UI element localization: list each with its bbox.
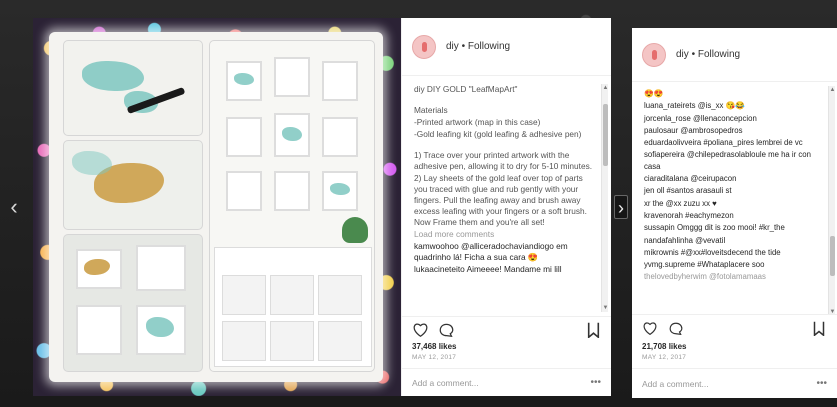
- next-post-preview[interactable]: diy • Following 😍😍 luana_rateirets @is_xx…: [632, 28, 837, 398]
- collage-tile-room: [209, 40, 375, 372]
- collage-tile-framed-maps: [63, 234, 203, 372]
- avatar[interactable]: [412, 34, 436, 59]
- post-date: MAY 12, 2017: [412, 354, 457, 361]
- post-header: diy • Following: [632, 28, 837, 82]
- comment-text[interactable]: eduardaolivveira #poliana_pires lembrei …: [644, 137, 823, 148]
- separator: •: [688, 49, 698, 60]
- bookmark-icon[interactable]: [585, 322, 601, 338]
- shelf-cubby: [318, 275, 362, 315]
- wall-frame: [274, 57, 310, 97]
- comment-text[interactable]: jorcenla_rose @llenaconcepcion: [644, 113, 823, 124]
- action-bar: [632, 314, 837, 342]
- comment-text: 😍😍: [644, 89, 664, 98]
- scroll-down-icon[interactable]: ▼: [829, 308, 836, 314]
- add-comment-bar: Add a comment... •••: [632, 368, 837, 398]
- comment-gap: [414, 96, 597, 105]
- add-comment-input[interactable]: Add a comment...: [642, 379, 709, 389]
- following-label[interactable]: Following: [698, 49, 740, 60]
- header-text: diy • Following: [676, 49, 740, 60]
- comment-text[interactable]: sussapin Omggg dit is zoo mooi! #kr_the: [644, 222, 823, 233]
- username[interactable]: diy: [446, 41, 459, 52]
- avatar[interactable]: [642, 42, 666, 67]
- next-post-arrow-icon[interactable]: ›: [614, 195, 628, 219]
- header-text: diy • Following: [446, 41, 510, 52]
- add-comment-input[interactable]: Add a comment...: [412, 378, 479, 388]
- wall-frame: [226, 171, 262, 211]
- comments-list[interactable]: diy DIY GOLD "LeafMapArt" Materials -Print…: [402, 76, 611, 316]
- collage-tile-gold-leaf: [63, 140, 203, 230]
- shelf-cubby: [270, 321, 314, 361]
- shelf-cubby: [318, 321, 362, 361]
- load-more-comments[interactable]: Load more comments: [414, 229, 597, 240]
- post-date: MAY 12, 2017: [642, 354, 687, 361]
- shelf-cubby: [270, 275, 314, 315]
- collage-tile-map-pen: [63, 40, 203, 136]
- comment-text[interactable]: kamwoohoo @alliceradochaviandiogo em qua…: [414, 241, 597, 263]
- add-comment-bar: Add a comment... •••: [402, 368, 611, 396]
- plant: [342, 217, 368, 243]
- scroll-up-icon[interactable]: ▲: [829, 86, 836, 94]
- framed-map: [136, 245, 186, 291]
- comment-text[interactable]: mikrownis #@xx#loveitsdecend the tide: [644, 247, 823, 258]
- wall-frame: [322, 61, 358, 101]
- map-shape: [82, 61, 144, 91]
- comment-icon[interactable]: [438, 322, 454, 338]
- separator: •: [458, 41, 468, 52]
- comment-text: diy DIY GOLD "LeafMapArt": [414, 84, 518, 94]
- map-shape: [282, 127, 302, 141]
- post-photo[interactable]: [33, 18, 401, 396]
- heart-icon[interactable]: [642, 321, 658, 337]
- comment-text[interactable]: jen oll #santos arasauli st: [644, 185, 823, 196]
- scroll-up-icon[interactable]: ▲: [602, 84, 609, 92]
- comment-text[interactable]: paulosaur @ambrosopedros: [644, 125, 823, 136]
- likes-count[interactable]: 21,708 likes: [632, 342, 837, 354]
- comment-text[interactable]: sofiapereira @chilepedrasolabloule me ha…: [644, 149, 823, 172]
- comment-text[interactable]: ciaraditalana @ceirupacon: [644, 173, 823, 184]
- following-label[interactable]: Following: [468, 41, 510, 52]
- prev-post-arrow-icon[interactable]: ‹: [7, 195, 21, 219]
- comment-text[interactable]: nandafahlinha @vevatil: [644, 235, 823, 246]
- more-options-icon[interactable]: •••: [816, 378, 827, 389]
- comment-text[interactable]: luana_rateirets @is_xx 😘😂: [644, 100, 823, 111]
- comment-text[interactable]: xr the @xx zuzu xx ♥: [644, 198, 823, 209]
- comment-text[interactable]: lukaacineteito Aimeeee! Mandame mi lill: [414, 264, 597, 275]
- wall-frame: [322, 117, 358, 157]
- map-shape: [146, 317, 174, 337]
- comment-text: Materials: [414, 105, 448, 115]
- wall-frame: [274, 171, 310, 211]
- comments-scrollbar[interactable]: ▲ ▼: [828, 86, 835, 314]
- comments-list[interactable]: 😍😍 luana_rateirets @is_xx 😘😂 jorcenla_rose…: [632, 82, 837, 314]
- bookmark-icon[interactable]: [811, 321, 827, 337]
- post-header: diy • Following: [402, 18, 611, 76]
- scroll-thumb[interactable]: [603, 104, 608, 166]
- heart-icon[interactable]: [412, 322, 428, 338]
- likes-count[interactable]: 37,468 likes: [402, 342, 611, 354]
- post-sidebar: diy • Following diy DIY GOLD "LeafMapArt…: [401, 18, 611, 396]
- scroll-thumb[interactable]: [830, 236, 835, 276]
- photo-collage: [49, 32, 383, 382]
- comment-text[interactable]: kravenorah #eachymezon: [644, 210, 823, 221]
- username[interactable]: diy: [676, 49, 689, 60]
- action-bar: [402, 316, 611, 342]
- framed-map: [76, 305, 122, 355]
- instagram-viewer: ‹ › diy • Following diy DIY GOLD "LeafMa…: [0, 0, 837, 407]
- comment-text: -Printed artwork (map in this case): [414, 117, 541, 127]
- more-options-icon[interactable]: •••: [590, 377, 601, 388]
- comment-text[interactable]: yvmg.supreme #Whataplacere soo: [644, 259, 823, 270]
- load-more-comments[interactable]: thelovedbyherwim @fotolamamaas: [644, 271, 823, 282]
- shelf-cubby: [222, 321, 266, 361]
- wall-frame: [226, 117, 262, 157]
- shelf-cubby: [222, 275, 266, 315]
- comments-scrollbar[interactable]: ▲ ▼: [601, 84, 608, 312]
- scroll-down-icon[interactable]: ▼: [602, 304, 609, 312]
- map-shape: [72, 151, 112, 175]
- post-modal: diy • Following diy DIY GOLD "LeafMapArt…: [33, 18, 611, 396]
- map-shape: [234, 73, 254, 85]
- comment-gap: [414, 141, 597, 150]
- comment-icon[interactable]: [668, 321, 684, 337]
- comment-text: -Gold leafing kit (gold leafing & adhesi…: [414, 129, 582, 139]
- comment-text: 2) Lay sheets of the gold leaf over top …: [414, 173, 590, 227]
- comment-text: 1) Trace over your printed artwork with …: [414, 150, 593, 171]
- map-shape: [330, 183, 350, 195]
